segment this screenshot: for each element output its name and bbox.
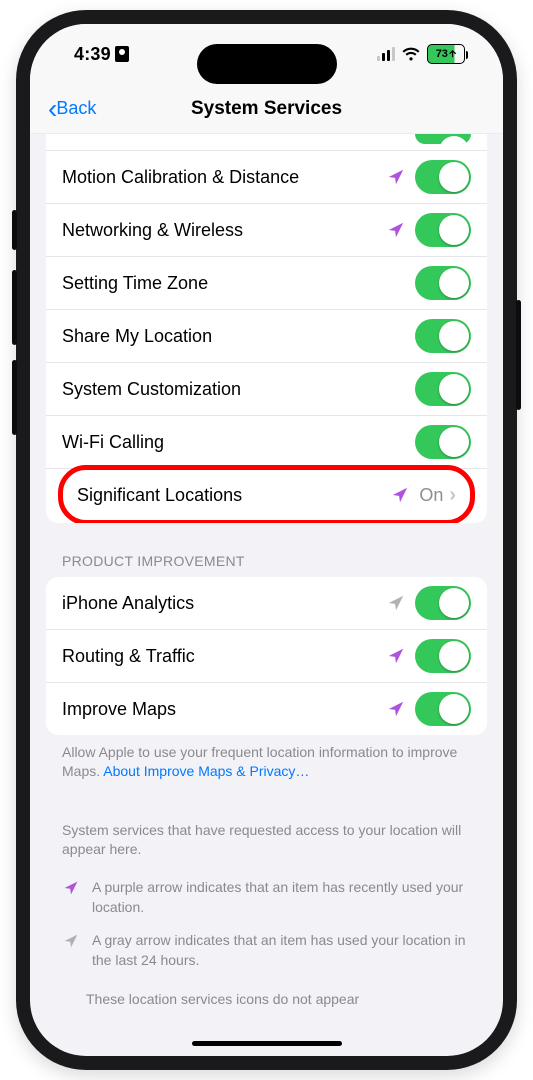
list-row-peek — [46, 134, 487, 151]
row-label: Networking & Wireless — [62, 220, 387, 241]
row-label: System Customization — [62, 379, 415, 400]
dynamic-island — [197, 44, 337, 84]
list-row: System Customization — [46, 363, 487, 416]
location-arrow-icon — [387, 700, 405, 718]
product-improvement-list: iPhone Analytics Routing & Traffic Impro… — [46, 577, 487, 735]
list-row: Routing & Traffic — [46, 630, 487, 683]
list-row: Motion Calibration & Distance — [46, 151, 487, 204]
legend-block: System services that have requested acce… — [30, 781, 503, 1010]
row-label: Wi-Fi Calling — [62, 432, 415, 453]
section-header: PRODUCT IMPROVEMENT — [30, 523, 503, 577]
toggle-switch[interactable] — [415, 160, 471, 194]
location-arrow-icon — [62, 933, 80, 949]
location-arrow-icon — [387, 647, 405, 665]
toggle-switch[interactable] — [415, 586, 471, 620]
toggle-switch[interactable] — [415, 692, 471, 726]
toggle-switch[interactable] — [415, 425, 471, 459]
location-arrow-icon — [387, 168, 405, 186]
location-arrow-icon — [391, 486, 409, 504]
row-label: Routing & Traffic — [62, 646, 387, 667]
settings-content[interactable]: Motion Calibration & Distance Networking… — [30, 134, 503, 1056]
phone-frame: 4:39 73𐌣 ‹ Back System Services — [16, 10, 517, 1070]
power-button — [516, 300, 521, 410]
mute-switch — [12, 210, 17, 250]
list-row: iPhone Analytics — [46, 577, 487, 630]
status-right: 73𐌣 — [377, 44, 465, 64]
location-arrow-icon — [387, 594, 405, 612]
back-button[interactable]: ‹ Back — [48, 84, 96, 133]
highlighted-row: Significant Locations On › — [58, 465, 475, 523]
chevron-right-icon: › — [449, 484, 456, 507]
row-label: iPhone Analytics — [62, 593, 387, 614]
volume-down-button — [12, 360, 17, 435]
home-indicator[interactable] — [192, 1041, 342, 1046]
toggle-switch[interactable] — [415, 319, 471, 353]
row-label: Motion Calibration & Distance — [62, 167, 387, 188]
legend-cutoff-text: These location services icons do not app… — [62, 984, 471, 1010]
row-label: Improve Maps — [62, 699, 387, 720]
volume-up-button — [12, 270, 17, 345]
page-title: System Services — [191, 98, 342, 120]
legend-intro: System services that have requested acce… — [62, 821, 471, 860]
toggle-switch[interactable] — [415, 213, 471, 247]
location-arrow-icon — [387, 221, 405, 239]
toggle-switch[interactable] — [415, 134, 471, 144]
list-row: Wi-Fi Calling — [46, 416, 487, 469]
legend-text: A purple arrow indicates that an item ha… — [92, 878, 471, 917]
screen: 4:39 73𐌣 ‹ Back System Services — [30, 24, 503, 1056]
toggle-switch[interactable] — [415, 266, 471, 300]
legend-row-purple: A purple arrow indicates that an item ha… — [62, 878, 471, 917]
contact-card-icon — [115, 46, 129, 62]
legend-text: A gray arrow indicates that an item has … — [92, 931, 471, 970]
row-label: Significant Locations — [77, 485, 391, 506]
navigation-bar: ‹ Back System Services — [30, 84, 503, 134]
toggle-switch[interactable] — [415, 639, 471, 673]
location-arrow-icon — [62, 880, 80, 896]
toggle-switch[interactable] — [415, 372, 471, 406]
system-services-list: Motion Calibration & Distance Networking… — [46, 134, 487, 523]
cellular-icon — [377, 47, 395, 61]
list-row: Networking & Wireless — [46, 204, 487, 257]
status-value: On — [419, 485, 443, 506]
wifi-icon — [401, 47, 421, 62]
legend-row-gray: A gray arrow indicates that an item has … — [62, 931, 471, 970]
section-footer: Allow Apple to use your frequent locatio… — [30, 735, 503, 781]
row-label: Setting Time Zone — [62, 273, 415, 294]
battery-icon: 73𐌣 — [427, 44, 465, 64]
privacy-link[interactable]: About Improve Maps & Privacy… — [103, 763, 309, 779]
list-row: Share My Location — [46, 310, 487, 363]
back-label: Back — [56, 98, 96, 119]
list-row: Improve Maps — [46, 683, 487, 735]
significant-locations-row[interactable]: Significant Locations On › — [63, 470, 470, 520]
status-time: 4:39 — [74, 44, 129, 65]
row-label: Share My Location — [62, 326, 415, 347]
list-row: Setting Time Zone — [46, 257, 487, 310]
